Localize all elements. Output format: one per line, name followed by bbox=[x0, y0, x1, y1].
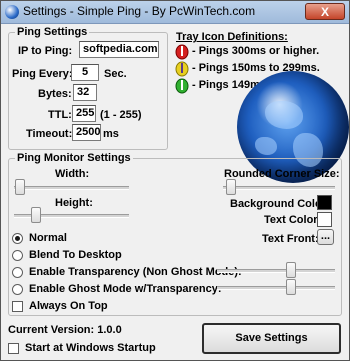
mode-transparency-label[interactable]: Enable Transparency (Non Ghost Mode): bbox=[29, 266, 242, 278]
save-settings-button[interactable]: Save Settings bbox=[202, 323, 341, 354]
background-color-label: Background Color: bbox=[230, 198, 330, 210]
mode-ghost-label[interactable]: Enable Ghost Mode w/Transparency: bbox=[29, 283, 222, 295]
ghost-slider-track bbox=[217, 286, 335, 290]
mode-transparency-radio[interactable] bbox=[12, 267, 23, 278]
window-title: Settings - Simple Ping - By PcWinTech.co… bbox=[23, 4, 256, 18]
globe-app-icon bbox=[5, 5, 19, 19]
width-label: Width: bbox=[55, 168, 90, 180]
current-version-label: Current Version: 1.0.0 bbox=[8, 324, 122, 336]
close-button[interactable]: X bbox=[305, 3, 345, 20]
timeout-input[interactable]: 2500 bbox=[72, 124, 101, 141]
yellow-signal-icon bbox=[175, 61, 189, 77]
mode-normal-label[interactable]: Normal bbox=[29, 232, 67, 244]
height-label: Height: bbox=[55, 197, 93, 209]
ping-every-label: Ping Every: bbox=[12, 68, 73, 80]
ip-label: IP to Ping: bbox=[18, 45, 73, 57]
globe-land-shape bbox=[265, 101, 303, 129]
ttl-label: TTL: bbox=[48, 109, 72, 121]
height-slider-thumb[interactable] bbox=[31, 207, 41, 223]
mode-blend-label[interactable]: Blend To Desktop bbox=[29, 249, 122, 261]
green-signal-icon bbox=[175, 78, 189, 94]
ping-every-input[interactable]: 5 bbox=[71, 64, 99, 81]
bytes-input[interactable]: 32 bbox=[73, 84, 97, 101]
text-color-swatch[interactable] bbox=[317, 212, 332, 227]
choose-font-button[interactable]: ... bbox=[317, 229, 334, 245]
title-bar[interactable]: Settings - Simple Ping - By PcWinTech.co… bbox=[1, 1, 349, 24]
corner-size-slider-track bbox=[223, 186, 335, 190]
transparency-slider-thumb[interactable] bbox=[286, 262, 296, 278]
timeout-unit: ms bbox=[103, 128, 119, 140]
startup-checkbox[interactable] bbox=[8, 343, 19, 354]
red-signal-icon bbox=[175, 44, 189, 60]
width-slider-track bbox=[14, 186, 129, 190]
ping-settings-legend: Ping Settings bbox=[15, 26, 90, 38]
tray-row-red-text: - Pings 300ms or higher. bbox=[192, 45, 320, 57]
text-font-label: Text Front: bbox=[262, 233, 319, 245]
corner-size-slider-thumb[interactable] bbox=[226, 179, 236, 195]
ttl-input[interactable]: 255 bbox=[72, 105, 96, 122]
bytes-label: Bytes: bbox=[38, 88, 72, 100]
timeout-label: Timeout: bbox=[26, 128, 73, 140]
ping-every-unit: Sec. bbox=[104, 68, 127, 80]
mode-ghost-radio[interactable] bbox=[12, 284, 23, 295]
tray-definitions-title: Tray Icon Definitions: bbox=[176, 31, 288, 43]
settings-window: Settings - Simple Ping - By PcWinTech.co… bbox=[0, 0, 350, 361]
startup-label[interactable]: Start at Windows Startup bbox=[25, 342, 156, 354]
ping-monitor-legend: Ping Monitor Settings bbox=[15, 152, 133, 164]
mode-blend-radio[interactable] bbox=[12, 250, 23, 261]
ttl-range: (1 - 255) bbox=[100, 109, 142, 121]
globe-land-shape bbox=[255, 137, 277, 155]
background-color-swatch[interactable] bbox=[317, 195, 332, 210]
always-on-top-label[interactable]: Always On Top bbox=[29, 300, 108, 312]
width-slider-thumb[interactable] bbox=[15, 179, 25, 195]
ghost-slider-thumb[interactable] bbox=[286, 279, 296, 295]
transparency-slider-track bbox=[217, 269, 335, 273]
ip-input[interactable]: softpedia.com bbox=[79, 41, 159, 58]
mode-normal-radio[interactable] bbox=[12, 233, 23, 244]
text-color-label: Text Color: bbox=[264, 214, 322, 226]
always-on-top-checkbox[interactable] bbox=[12, 301, 23, 312]
corner-size-label: Rounded Corner Size: bbox=[224, 168, 340, 180]
